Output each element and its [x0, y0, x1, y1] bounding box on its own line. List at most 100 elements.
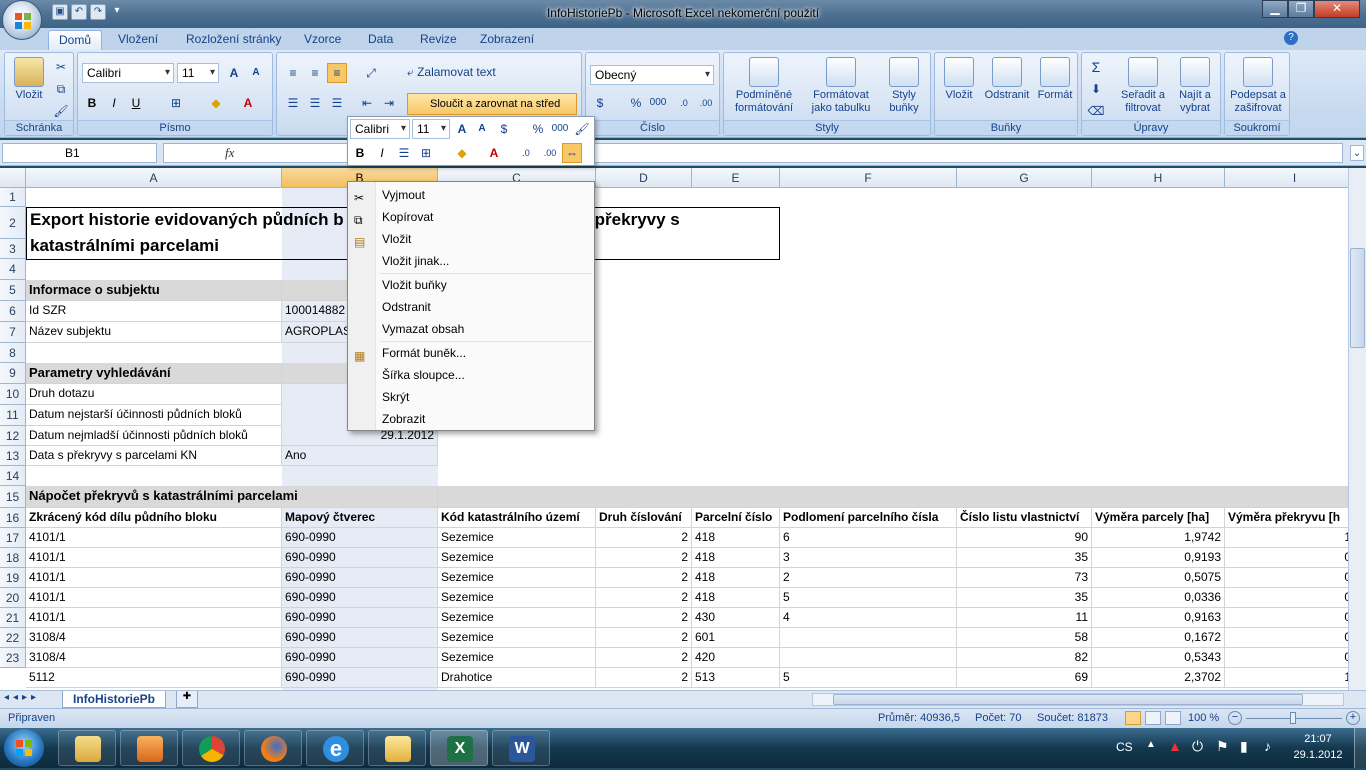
table-cell[interactable]: 4101/1: [26, 548, 282, 568]
table-cell[interactable]: 0,9193: [1092, 548, 1225, 568]
row-header[interactable]: 2: [0, 207, 26, 239]
id-label[interactable]: Id SZR: [26, 301, 282, 322]
input-language[interactable]: CS: [1116, 740, 1133, 754]
taskbar-word[interactable]: W: [492, 730, 550, 766]
id-value[interactable]: 100014882: [282, 301, 348, 322]
table-cell[interactable]: Sezemice: [438, 588, 596, 608]
minimize-button[interactable]: ▁: [1262, 0, 1288, 18]
percent-icon[interactable]: %: [626, 93, 646, 113]
paste-button[interactable]: Vložit: [9, 57, 49, 102]
table-cell[interactable]: 690-0990: [282, 668, 438, 688]
vertical-scroll-thumb[interactable]: [1350, 248, 1365, 348]
increase-indent-icon[interactable]: ⇥: [379, 93, 399, 113]
mini-thousands-icon[interactable]: 000: [550, 119, 570, 139]
font-color-icon[interactable]: A: [238, 93, 258, 113]
accounting-format-icon[interactable]: $: [590, 93, 610, 113]
row-header[interactable]: 6: [0, 301, 26, 322]
table-cell[interactable]: 418: [692, 528, 780, 548]
table-cell[interactable]: 690-0990: [282, 528, 438, 548]
mini-borders-icon[interactable]: ⊞: [416, 143, 436, 163]
table-header-cell[interactable]: Druh číslování: [596, 508, 692, 528]
table-cell[interactable]: 4101/1: [26, 588, 282, 608]
table-cell[interactable]: 35: [957, 588, 1092, 608]
table-cell[interactable]: 4: [780, 608, 957, 628]
column-header-g[interactable]: G: [957, 168, 1092, 188]
table-header-cell[interactable]: Parcelní číslo: [692, 508, 780, 528]
align-bottom-icon[interactable]: ≡: [327, 63, 347, 83]
wrap-text-button[interactable]: ⤶ Zalamovat text: [407, 65, 496, 80]
fill-color-icon[interactable]: ◆: [206, 93, 226, 113]
insert-sheet-icon[interactable]: ✚: [176, 691, 198, 708]
menu-item-insert-cells[interactable]: Vložit buňky: [348, 274, 594, 296]
expand-formula-icon[interactable]: ⌄: [1350, 145, 1364, 161]
table-cell[interactable]: 0,9163: [1092, 608, 1225, 628]
insert-cells-button[interactable]: Vložit: [939, 57, 979, 102]
table-cell[interactable]: 11: [957, 608, 1092, 628]
undo-icon[interactable]: ↶: [71, 4, 87, 20]
font-name-combo[interactable]: Calibri: [82, 63, 174, 83]
row-header[interactable]: 10: [0, 384, 26, 405]
row-header[interactable]: 13: [0, 446, 26, 466]
table-cell[interactable]: 69: [957, 668, 1092, 688]
table-header-cell[interactable]: Mapový čtverec: [282, 508, 438, 528]
name-value[interactable]: AGROPLAS: [282, 322, 348, 343]
menu-item-copy[interactable]: ⧉ Kopírovat: [348, 206, 594, 228]
table-cell[interactable]: 0,5075: [1092, 568, 1225, 588]
table-cell[interactable]: 6: [780, 528, 957, 548]
table-cell[interactable]: 0,0: [1225, 628, 1348, 648]
column-header-e[interactable]: E: [692, 168, 780, 188]
zoom-in-icon[interactable]: +: [1346, 711, 1360, 725]
table-cell[interactable]: 430: [692, 608, 780, 628]
table-cell[interactable]: 3: [780, 548, 957, 568]
row-header[interactable]: 17: [0, 528, 26, 548]
mini-percent-icon[interactable]: %: [528, 119, 548, 139]
help-icon[interactable]: ?: [1284, 31, 1298, 45]
taskbar-internet-explorer[interactable]: e: [306, 730, 364, 766]
table-cell[interactable]: 1,8: [1225, 668, 1348, 688]
table-cell[interactable]: Sezemice: [438, 528, 596, 548]
table-cell[interactable]: 2: [596, 668, 692, 688]
query-label[interactable]: Druh dotazu: [26, 384, 282, 405]
taskbar-explorer[interactable]: [58, 730, 116, 766]
row-header[interactable]: 22: [0, 628, 26, 648]
name-box[interactable]: B1: [2, 143, 157, 163]
conditional-formatting-button[interactable]: Podmíněné formátování: [728, 57, 800, 115]
params-header[interactable]: Parametry vyhledávání: [26, 363, 282, 384]
mini-format-painter-icon[interactable]: 🖌: [572, 119, 592, 139]
table-cell[interactable]: 35: [957, 548, 1092, 568]
tab-insert[interactable]: Vložení: [108, 30, 168, 50]
mini-font-color-icon[interactable]: A: [484, 143, 504, 163]
table-cell[interactable]: 2: [596, 608, 692, 628]
mini-center-icon[interactable]: ☰: [394, 143, 414, 163]
zoom-slider-thumb[interactable]: [1290, 712, 1296, 724]
sign-encrypt-button[interactable]: Podepsat a zašifrovat: [1227, 57, 1289, 115]
table-cell[interactable]: 513: [692, 668, 780, 688]
row-header[interactable]: 20: [0, 588, 26, 608]
table-cell[interactable]: 601: [692, 628, 780, 648]
mini-accounting-icon[interactable]: $: [494, 119, 514, 139]
tab-formulas[interactable]: Vzorce: [294, 30, 351, 50]
table-cell[interactable]: 4101/1: [26, 568, 282, 588]
menu-item-format-cells[interactable]: ▦ Formát buněk...: [348, 342, 594, 364]
table-cell[interactable]: 3108/4: [26, 648, 282, 668]
overlap-value[interactable]: Ano: [282, 446, 438, 466]
column-header-d[interactable]: D: [596, 168, 692, 188]
grow-font-icon[interactable]: A: [224, 63, 244, 83]
horizontal-scrollbar[interactable]: [812, 693, 1344, 706]
formula-input[interactable]: [163, 143, 1343, 163]
delete-cells-button[interactable]: Odstranit: [981, 57, 1033, 102]
table-cell[interactable]: 2: [596, 568, 692, 588]
table-cell[interactable]: 5: [780, 588, 957, 608]
table-cell[interactable]: 690-0990: [282, 648, 438, 668]
table-cell[interactable]: 5112: [26, 668, 282, 688]
align-right-icon[interactable]: ☰: [327, 93, 347, 113]
table-header-cell[interactable]: Číslo listu vlastnictví: [957, 508, 1092, 528]
table-cell[interactable]: 690-0990: [282, 568, 438, 588]
tab-page-layout[interactable]: Rozložení stránky: [176, 30, 291, 50]
save-icon[interactable]: ▣: [52, 4, 68, 20]
table-cell[interactable]: 0,0: [1225, 548, 1348, 568]
bold-icon[interactable]: B: [82, 93, 102, 113]
table-cell[interactable]: 1,8: [1225, 528, 1348, 548]
page-layout-view-icon[interactable]: [1145, 711, 1161, 725]
clear-icon[interactable]: ⌫: [1086, 101, 1106, 121]
